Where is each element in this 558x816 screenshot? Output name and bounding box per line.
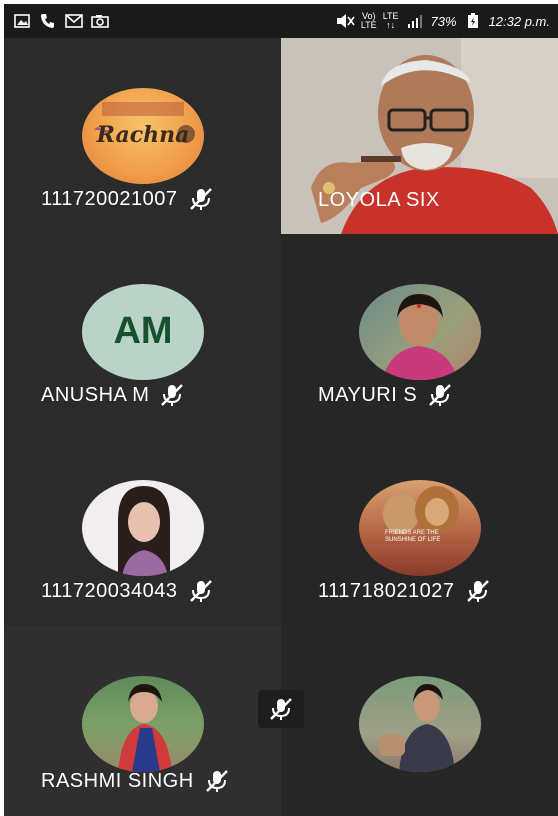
- participant-name: LOYOLA SIX: [318, 189, 440, 211]
- rachna-logo-avatar: Rachna: [82, 88, 204, 184]
- participant-tile[interactable]: RASHMI SINGH: [4, 626, 281, 816]
- mute-toggle-button[interactable]: [258, 690, 304, 728]
- mic-off-icon: [270, 698, 292, 720]
- mail-icon: [64, 12, 84, 30]
- mic-off-icon: [205, 770, 228, 792]
- photo-avatar: [82, 676, 204, 772]
- participant-name: ANUSHA M: [41, 383, 150, 406]
- lte-indicator: LTE ↑↓: [382, 11, 399, 30]
- lions-photo-avatar: FRIENDS ARE THE SUNSHINE OF LIFE: [359, 480, 481, 576]
- photo-avatar: [359, 676, 481, 772]
- participant-tile[interactable]: 111720034043: [4, 430, 281, 626]
- participant-name-row: RASHMI SINGH: [41, 768, 230, 794]
- initials-avatar: AM: [82, 284, 204, 380]
- mic-off-icon: [429, 384, 452, 406]
- participant-tile[interactable]: MAYURI S: [281, 234, 558, 430]
- meeting-screen: Vo) LTE LTE ↑↓ 73% 12:32 p.m. Rachna 111…: [4, 4, 558, 816]
- participant-name-row: ANUSHA M: [41, 382, 185, 408]
- clock: 12:32 p.m.: [488, 13, 550, 29]
- avatar-initials: AM: [113, 310, 173, 352]
- photo-avatar: [359, 284, 481, 380]
- avatar-caption: FRIENDS ARE THE SUNSHINE OF LIFE: [385, 530, 441, 543]
- participant-name: RASHMI SINGH: [41, 769, 194, 792]
- camera-icon: [90, 12, 110, 30]
- mic-off-icon: [189, 580, 212, 602]
- mute-notification-icon: [335, 12, 355, 30]
- participant-name: 111720034043: [41, 579, 178, 602]
- status-right-icons: Vo) LTE LTE ↑↓ 73% 12:32 p.m.: [335, 12, 550, 30]
- mic-off-icon: [466, 580, 489, 602]
- status-bar: Vo) LTE LTE ↑↓ 73% 12:32 p.m.: [4, 4, 558, 38]
- battery-percent: 73%: [430, 13, 457, 29]
- volte-indicator: Vo) LTE: [360, 11, 377, 30]
- participant-tile[interactable]: FRIENDS ARE THE SUNSHINE OF LIFE 1117180…: [281, 430, 558, 626]
- participant-name: 111718021027: [318, 579, 455, 602]
- status-left-icons: [12, 12, 110, 30]
- participant-name-row: LOYOLA SIX: [318, 189, 440, 212]
- participant-tile[interactable]: AM ANUSHA M: [4, 234, 281, 430]
- participant-name: MAYURI S: [318, 383, 418, 406]
- participant-tile[interactable]: Rachna 111720021007: [4, 38, 281, 234]
- participant-tile[interactable]: [281, 626, 558, 816]
- participant-name-row: MAYURI S: [318, 382, 453, 408]
- gallery-icon: [12, 12, 32, 30]
- participant-name: 111720021007: [41, 187, 178, 210]
- signal-icon: [405, 12, 425, 30]
- battery-icon: [463, 12, 483, 30]
- avatar-logo-text: Rachna: [96, 122, 190, 148]
- phone-icon: [38, 12, 58, 30]
- mic-off-icon: [161, 384, 184, 406]
- mic-off-icon: [189, 188, 212, 210]
- participant-name-row: 111718021027: [318, 578, 491, 604]
- photo-avatar: [82, 480, 204, 576]
- participant-name-row: 111720034043: [41, 578, 214, 604]
- participant-video-tile[interactable]: LOYOLA SIX: [281, 38, 558, 234]
- participant-name-row: 111720021007: [41, 186, 214, 212]
